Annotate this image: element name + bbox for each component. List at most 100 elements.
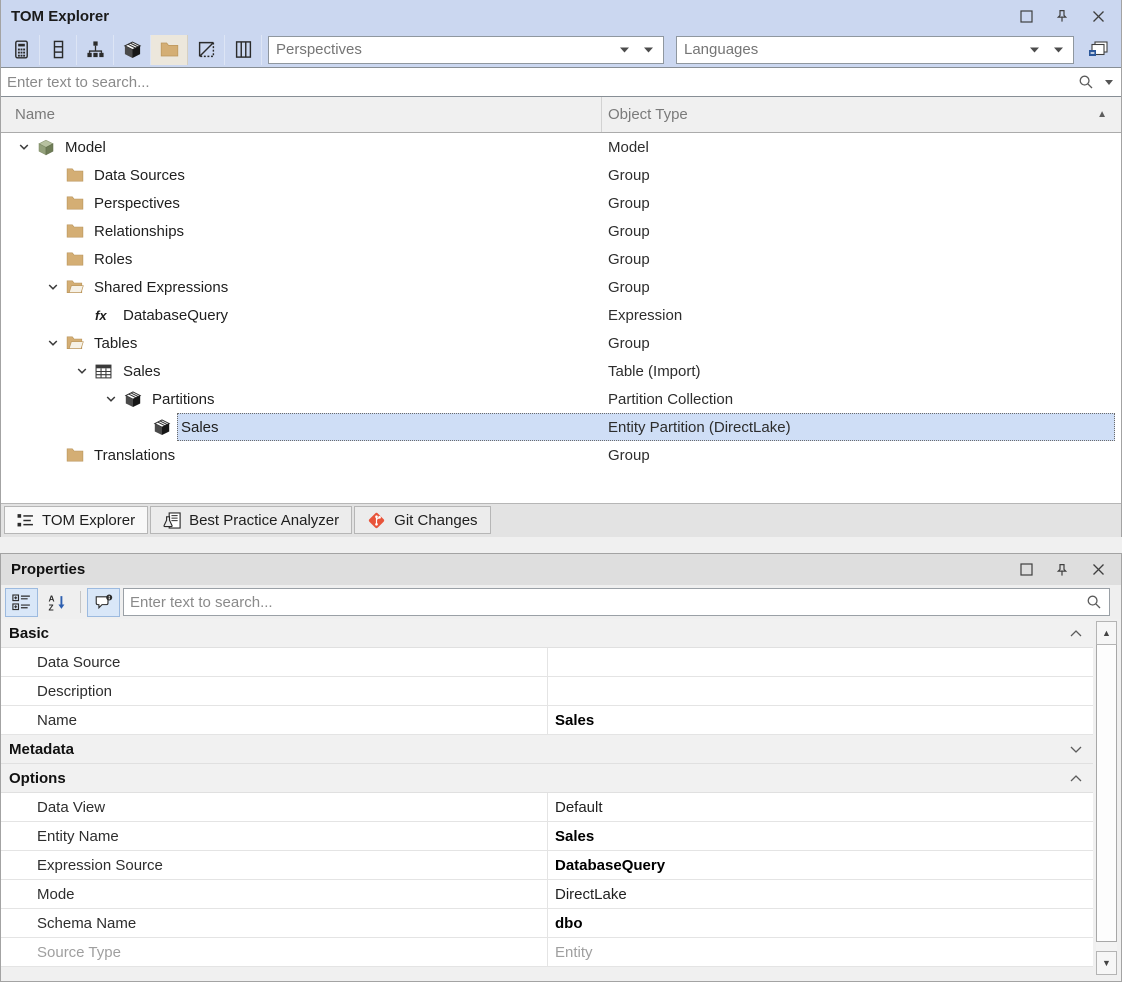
calculator-icon (12, 40, 31, 59)
show-description-button[interactable] (87, 588, 120, 617)
tree-row-relationships[interactable]: Relationships Group (1, 217, 1121, 245)
property-value[interactable]: DirectLake (547, 880, 1093, 908)
tree-row-sales-partition-selected[interactable]: Sales Entity Partition (DirectLake) (1, 413, 1121, 441)
pin-button[interactable] (1053, 7, 1071, 25)
chevron-down-icon[interactable] (69, 365, 95, 377)
property-value[interactable] (547, 648, 1093, 676)
properties-search-box (123, 588, 1110, 616)
folder-icon (66, 251, 90, 267)
tree-row-data-sources[interactable]: Data Sources Group (1, 161, 1121, 189)
properties-titlebar: Properties (1, 554, 1121, 585)
property-row-data-view: Data View Default (1, 793, 1093, 822)
folder-icon (66, 447, 90, 463)
column-header-name[interactable]: Name (1, 97, 602, 132)
property-value[interactable]: Default (547, 793, 1093, 821)
property-row-name: Name Sales (1, 706, 1093, 735)
scroll-up-button[interactable]: ▲ (1096, 621, 1117, 645)
folder-open-icon (66, 335, 90, 351)
chevron-down-icon[interactable] (40, 337, 66, 349)
scroll-down-button[interactable]: ▼ (1096, 951, 1117, 975)
tree-row-sales-table[interactable]: Sales Table (Import) (1, 357, 1121, 385)
scrollbar[interactable]: ▲ ▼ (1096, 621, 1117, 975)
triangle-up-icon: ▲ (1102, 628, 1111, 638)
explorer-search-row (1, 67, 1121, 97)
explorer-title: TOM Explorer (11, 8, 1017, 25)
perspectives-combobox[interactable]: Perspectives (268, 36, 664, 64)
tree-row-partitions[interactable]: Partitions Partition Collection (1, 385, 1121, 413)
pin-button[interactable] (1053, 561, 1071, 579)
tree-row-translations[interactable]: Translations Group (1, 441, 1121, 469)
tree-row-shared-expressions[interactable]: Shared Expressions Group (1, 273, 1121, 301)
hierarchy-icon (86, 40, 105, 59)
column-header-object-type[interactable]: Object Type (602, 97, 1121, 132)
category-header-basic[interactable]: Basic (1, 619, 1093, 648)
folder-icon (66, 195, 90, 211)
chevron-down-icon (1030, 47, 1039, 53)
close-button[interactable] (1089, 561, 1107, 579)
pin-icon (1055, 9, 1069, 23)
languages-combobox[interactable]: Languages (676, 36, 1074, 64)
property-row-data-source: Data Source (1, 648, 1093, 677)
window-list-button[interactable] (1083, 35, 1113, 65)
model-icon (37, 139, 61, 156)
scrollbar-thumb[interactable] (1096, 645, 1117, 942)
maximize-icon (1020, 10, 1033, 23)
columns-icon (234, 40, 253, 59)
property-value[interactable]: dbo (547, 909, 1093, 937)
tab-tom-explorer[interactable]: TOM Explorer (4, 506, 148, 534)
show-columns-button[interactable] (40, 35, 77, 65)
alphabetical-sort-button[interactable]: AZ (41, 588, 74, 617)
toolbar-separator (80, 591, 81, 613)
show-hierarchies-button[interactable] (77, 35, 114, 65)
tree-row-databasequery[interactable]: fx DatabaseQuery Expression (1, 301, 1121, 329)
show-measures-button[interactable] (3, 35, 40, 65)
cube-icon (123, 41, 142, 59)
close-button[interactable] (1089, 7, 1107, 25)
chevron-down-icon[interactable] (11, 141, 37, 153)
chevron-down-icon[interactable] (98, 393, 124, 405)
tree-row-perspectives[interactable]: Perspectives Group (1, 189, 1121, 217)
show-partitions-button[interactable] (114, 35, 151, 65)
table-icon (95, 364, 119, 379)
scrollbar-track[interactable] (1096, 942, 1117, 951)
description-bubble-icon (94, 594, 113, 611)
explorer-titlebar: TOM Explorer (1, 0, 1121, 32)
folder-icon (66, 167, 90, 183)
property-value[interactable]: Sales (547, 706, 1093, 734)
categorized-view-button[interactable] (5, 588, 38, 617)
property-row-description: Description (1, 677, 1093, 706)
magnifier-icon (1086, 594, 1102, 610)
show-folders-button[interactable] (151, 35, 188, 65)
explorer-search-input[interactable] (1, 74, 1121, 91)
partition-icon (153, 419, 177, 436)
properties-search-input[interactable] (124, 594, 1109, 611)
categorized-icon (12, 594, 31, 611)
tree-row-model[interactable]: Model Model (1, 133, 1121, 161)
category-header-metadata[interactable]: Metadata (1, 735, 1093, 764)
properties-panel: Properties AZ Basic Data Source (0, 553, 1122, 982)
folder-open-icon (66, 279, 90, 295)
property-value[interactable]: Sales (547, 822, 1093, 850)
property-grid: Basic Data Source Description Name Sales… (1, 619, 1121, 981)
maximize-button[interactable] (1017, 7, 1035, 25)
tree-column-headers: Name Object Type ▲ (1, 97, 1121, 133)
search-options-dropdown[interactable] (1105, 80, 1113, 85)
category-header-options[interactable]: Options (1, 764, 1093, 793)
properties-toolbar: AZ (1, 585, 1121, 619)
chevron-down-icon (1054, 47, 1063, 53)
property-value-readonly: Entity (547, 938, 1093, 966)
fx-expression-icon: fx (95, 307, 119, 323)
maximize-button[interactable] (1017, 561, 1035, 579)
tree-list-icon (17, 513, 34, 528)
property-row-schema-name: Schema Name dbo (1, 909, 1093, 938)
property-value[interactable]: DatabaseQuery (547, 851, 1093, 879)
tree-row-roles[interactable]: Roles Group (1, 245, 1121, 273)
sort-ascending-icon: ▲ (1097, 109, 1107, 120)
tab-best-practice-analyzer[interactable]: Best Practice Analyzer (150, 506, 352, 534)
tab-git-changes[interactable]: Git Changes (354, 506, 490, 534)
show-hidden-button[interactable] (188, 35, 225, 65)
show-column-view-button[interactable] (225, 35, 262, 65)
chevron-down-icon[interactable] (40, 281, 66, 293)
tree-row-tables[interactable]: Tables Group (1, 329, 1121, 357)
property-value[interactable] (547, 677, 1093, 705)
